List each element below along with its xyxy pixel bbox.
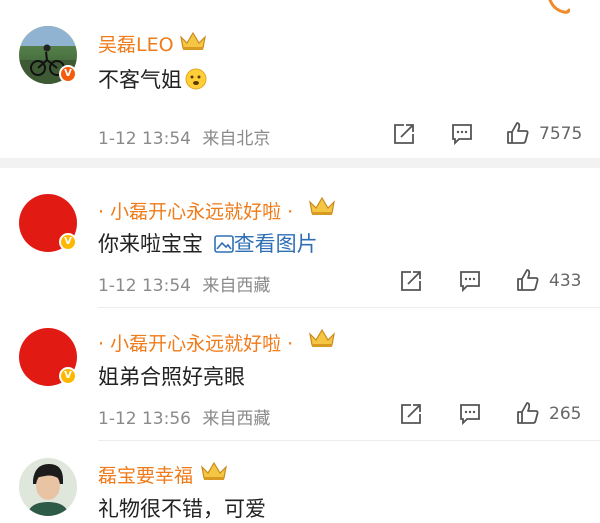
comment-author[interactable]: 吴磊LEO [98, 30, 174, 57]
comment-timestamp: 1-12 13:54 [98, 276, 191, 296]
like-icon[interactable] [516, 268, 540, 292]
comment-timestamp: 1-12 13:54 [98, 129, 191, 149]
verified-badge-icon: V [59, 367, 77, 385]
like-icon[interactable] [506, 121, 530, 145]
comment-3: V · 小磊开心永远就好啦 · 姐弟合照好亮眼 1-12 13:56 来自西藏 … [0, 308, 600, 440]
comment-meta: 1-12 13:54 来自北京 [98, 124, 270, 149]
comment-author[interactable]: 磊宝要幸福 [98, 461, 193, 488]
view-image-label: 查看图片 [233, 232, 318, 256]
share-icon[interactable] [399, 269, 423, 293]
comment-icon[interactable] [450, 122, 474, 146]
comment-meta: 1-12 13:56 来自西藏 [98, 404, 270, 429]
section-divider [0, 158, 600, 168]
crown-badge-icon [309, 328, 335, 347]
comment-text-content: 不客气姐 [98, 68, 182, 92]
view-image-link[interactable]: 查看图片 [213, 232, 318, 256]
like-count: 7575 [539, 124, 583, 144]
like-count: 433 [549, 271, 582, 291]
comment-author[interactable]: · 小磊开心永远就好啦 · [98, 197, 293, 224]
comment-author[interactable]: · 小磊开心永远就好啦 · [98, 329, 293, 356]
comment-location: 来自西藏 [202, 409, 271, 429]
comment-4: 磊宝要幸福 礼物很不错，可爱 [0, 441, 600, 521]
comment-text: 礼物很不错，可爱 [98, 497, 266, 521]
crown-badge-icon [309, 196, 335, 215]
verified-badge-icon: V [59, 233, 77, 251]
comment-icon[interactable] [458, 402, 482, 426]
comment-icon[interactable] [458, 269, 482, 293]
comment-location: 来自北京 [202, 129, 271, 149]
like-icon[interactable] [516, 401, 540, 425]
comment-meta: 1-12 13:54 来自西藏 [98, 271, 270, 296]
comment-2: V · 小磊开心永远就好啦 · 你来啦宝宝 查看图片 1-12 13:54 来自… [0, 168, 600, 308]
share-icon[interactable] [399, 402, 423, 426]
comment-text: 姐弟合照好亮眼 [98, 365, 245, 389]
comment-timestamp: 1-12 13:56 [98, 409, 191, 429]
comment-text: 不客气姐 [98, 64, 208, 94]
image-link-icon [213, 235, 234, 253]
comment-1: V 吴磊LEO 不客气姐 1-12 13:54 来自北京 7575 [0, 0, 600, 158]
comment-location: 来自西藏 [202, 276, 271, 296]
emoji-icon [185, 68, 207, 90]
crown-badge-icon [180, 31, 206, 50]
verified-badge-icon: V [59, 65, 77, 83]
like-count: 265 [549, 404, 582, 424]
crown-badge-icon [201, 461, 227, 480]
avatar[interactable] [19, 458, 77, 516]
comment-text-content: 你来啦宝宝 [98, 232, 203, 256]
share-icon[interactable] [392, 122, 416, 146]
person-photo-icon [19, 458, 77, 516]
comment-text: 你来啦宝宝 查看图片 [98, 228, 318, 258]
